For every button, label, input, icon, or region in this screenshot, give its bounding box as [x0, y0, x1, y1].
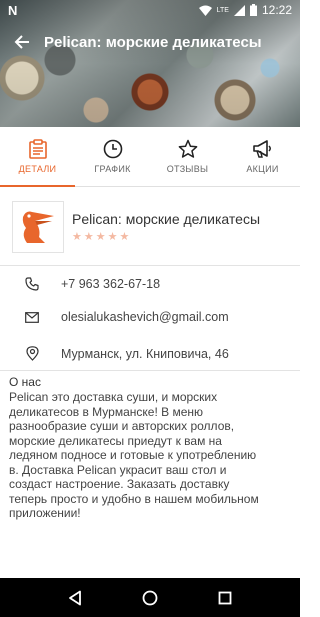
tab-reviews-label: ОТЗЫВЫ	[166, 164, 209, 174]
rating-star-icon: ★	[72, 230, 82, 243]
business-name: Pelican: морские деликатесы	[72, 210, 261, 227]
about-section: О нас Pelican это доставка суши, и морск…	[9, 375, 294, 521]
clipboard-icon	[28, 139, 47, 159]
pelican-logo-icon	[22, 211, 54, 243]
tab-schedule-label: ГРАФИК	[94, 164, 131, 174]
rating-stars: ★ ★ ★ ★ ★	[72, 230, 260, 243]
wifi-icon	[198, 5, 212, 16]
status-indicators: LTE 12:22	[198, 3, 292, 17]
nav-home-button[interactable]	[138, 586, 162, 610]
about-title: О нас	[9, 375, 41, 389]
business-info: Pelican: морские деликатесы ★ ★ ★ ★ ★	[0, 188, 300, 266]
nav-recents-button[interactable]	[213, 586, 237, 610]
about-description: Pelican это доставка суши, и морских дел…	[9, 390, 259, 520]
tab-schedule[interactable]: ГРАФИК	[75, 127, 150, 186]
email-row[interactable]: olesialukashevich@gmail.com	[0, 300, 300, 334]
back-button[interactable]	[0, 24, 44, 60]
tab-details-label: ДЕТАЛИ	[18, 164, 57, 174]
status-bar: N LTE 12:22	[0, 0, 300, 20]
tab-promotions[interactable]: АКЦИИ	[225, 127, 300, 186]
network-label: LTE	[216, 6, 229, 14]
star-icon	[178, 139, 197, 158]
nav-recents-icon	[218, 591, 232, 604]
nav-back-icon	[69, 590, 82, 605]
battery-icon	[249, 4, 257, 16]
business-logo	[12, 200, 64, 253]
signal-icon	[233, 4, 245, 16]
megaphone-icon	[252, 140, 271, 158]
n-notification-icon: N	[8, 2, 18, 18]
nav-home-icon	[142, 590, 158, 605]
email-icon	[25, 311, 39, 323]
toolbar: Pelican: морские деликатесы	[0, 24, 300, 60]
rating-star-icon: ★	[119, 230, 130, 243]
rating-star-icon: ★	[95, 230, 106, 243]
tab-reviews[interactable]: ОТЗЫВЫ	[150, 127, 225, 186]
phone-row[interactable]: +7 963 362-67-18	[0, 267, 300, 301]
arrow-back-icon	[14, 35, 29, 49]
phone-number: +7 963 362-67-18	[61, 277, 161, 291]
nav-back-button[interactable]	[63, 586, 87, 610]
page-title: Pelican: морские деликатесы	[44, 33, 262, 51]
rating-star-icon: ★	[107, 230, 118, 243]
tab-details[interactable]: ДЕТАЛИ	[0, 127, 75, 187]
location-pin-icon	[25, 346, 39, 361]
tab-bar: ДЕТАЛИ ГРАФИК ОТЗЫВЫ АКЦИИ	[0, 127, 300, 187]
tab-promotions-label: АКЦИИ	[246, 164, 279, 174]
address-text: Мурманск, ул. Книповича, 46	[61, 346, 229, 361]
rating-star-icon: ★	[83, 230, 94, 243]
phone-icon	[25, 277, 39, 291]
status-time: 12:22	[261, 3, 292, 17]
system-navigation-bar	[0, 578, 300, 617]
address-row[interactable]: Мурманск, ул. Книповича, 46	[0, 337, 300, 371]
clock-icon	[103, 139, 122, 159]
email-address: olesialukashevich@gmail.com	[61, 310, 229, 324]
